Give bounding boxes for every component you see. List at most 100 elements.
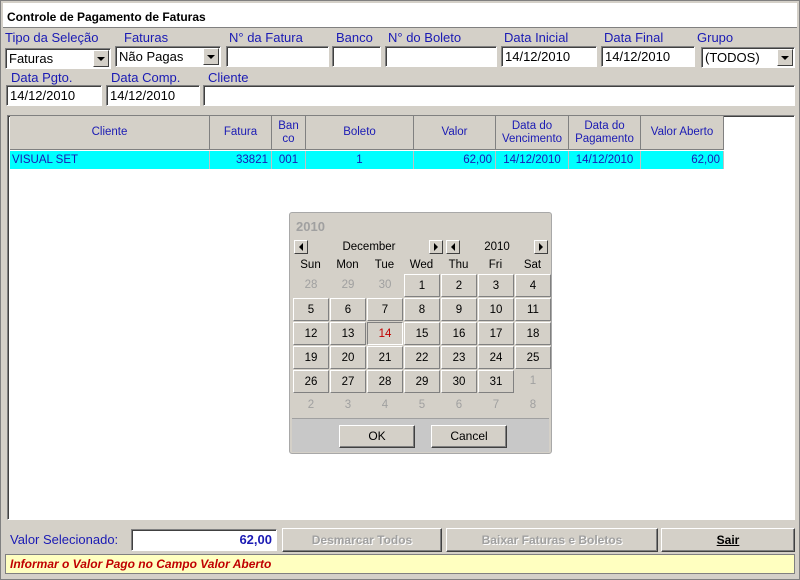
- calendar-day[interactable]: 8: [404, 298, 440, 321]
- column-header-valor-aberto[interactable]: Valor Aberto: [641, 116, 724, 150]
- sair-button[interactable]: Sair: [661, 528, 795, 552]
- data-pgto-label: Data Pgto.: [11, 70, 73, 85]
- calendar-day[interactable]: 29: [404, 370, 440, 393]
- calendar-day-other-month[interactable]: 1: [515, 370, 551, 393]
- tipo-selecao-dropdown-button[interactable]: [93, 50, 109, 67]
- calendar-day[interactable]: 30: [441, 370, 477, 393]
- calendar-day[interactable]: 14: [367, 322, 403, 345]
- grupo-label: Grupo: [697, 30, 734, 45]
- calendar-day[interactable]: 3: [478, 274, 514, 297]
- valor-selecionado-field[interactable]: 62,00: [131, 529, 277, 551]
- calendar-day-other-month[interactable]: 6: [441, 394, 477, 417]
- faturas-value: Não Pagas: [119, 49, 184, 64]
- prev-year-button[interactable]: [446, 240, 460, 254]
- calendar-day-other-month[interactable]: 7: [478, 394, 514, 417]
- calendar-day[interactable]: 31: [478, 370, 514, 393]
- column-header-cliente[interactable]: Cliente: [10, 116, 210, 150]
- numero-boleto-input[interactable]: [385, 46, 497, 67]
- column-header-label: Data do: [511, 119, 553, 132]
- cliente-input[interactable]: [203, 85, 795, 106]
- main-window: Controle de Pagamento de Faturas Tipo da…: [0, 0, 800, 580]
- calendar-day[interactable]: 7: [367, 298, 403, 321]
- month-display: December: [342, 241, 396, 253]
- calendar-day[interactable]: 19: [293, 346, 329, 369]
- date-picker-popup: 2010 December 2010 Sun Mon Tue Wed Thu Fri Sat…: [289, 212, 552, 454]
- cell-valor[interactable]: 62,00: [414, 151, 496, 169]
- calendar-day-other-month[interactable]: 30: [367, 274, 403, 297]
- calendar-day[interactable]: 17: [478, 322, 514, 345]
- data-final-label: Data Final: [604, 30, 664, 45]
- cell-valor-aberto[interactable]: 62,00: [641, 151, 724, 169]
- calendar-day[interactable]: 28: [367, 370, 403, 393]
- calendar-day[interactable]: 2: [441, 274, 477, 297]
- calendar-day-other-month[interactable]: 5: [404, 394, 440, 417]
- column-header-vencimento[interactable]: Data do Vencimento: [496, 116, 569, 150]
- calendar-day[interactable]: 26: [293, 370, 329, 393]
- cell-banco[interactable]: 001: [272, 151, 306, 169]
- column-header-label: Cliente: [91, 126, 128, 138]
- column-header-banco[interactable]: Ban co: [272, 116, 306, 150]
- weekday-label: Thu: [448, 259, 469, 271]
- faturas-select[interactable]: Não Pagas: [115, 46, 221, 67]
- column-header-valor[interactable]: Valor: [414, 116, 496, 150]
- column-header-pagamento[interactable]: Data do Pagamento: [569, 116, 641, 150]
- calendar-day[interactable]: 15: [404, 322, 440, 345]
- cell-cliente[interactable]: VISUAL SET: [10, 151, 210, 169]
- calendar-day[interactable]: 23: [441, 346, 477, 369]
- calendar-day[interactable]: 24: [478, 346, 514, 369]
- calendar-day[interactable]: 10: [478, 298, 514, 321]
- prev-month-button[interactable]: [294, 240, 308, 254]
- cell-vencimento[interactable]: 14/12/2010: [496, 151, 569, 169]
- calendar-day[interactable]: 18: [515, 322, 551, 345]
- weekday-label: Sat: [523, 259, 542, 271]
- weekday-label: Tue: [374, 259, 395, 271]
- calendar-day[interactable]: 22: [404, 346, 440, 369]
- weekday-label: Wed: [409, 259, 434, 271]
- calendar-day[interactable]: 12: [293, 322, 329, 345]
- calendar-day[interactable]: 5: [293, 298, 329, 321]
- data-pgto-input[interactable]: 14/12/2010: [6, 85, 102, 106]
- calendar-day-other-month[interactable]: 29: [330, 274, 366, 297]
- ok-button[interactable]: OK: [339, 425, 415, 448]
- cancel-button[interactable]: Cancel: [431, 425, 507, 448]
- calendar-day[interactable]: 20: [330, 346, 366, 369]
- calendar-day[interactable]: 4: [515, 274, 551, 297]
- column-header-fatura[interactable]: Fatura: [210, 116, 272, 150]
- baixar-faturas-button[interactable]: Baixar Faturas e Boletos: [446, 528, 658, 552]
- cell-fatura[interactable]: 33821: [210, 151, 272, 169]
- calendar-day[interactable]: 27: [330, 370, 366, 393]
- faturas-label: Faturas: [124, 30, 169, 45]
- calendar-day[interactable]: 16: [441, 322, 477, 345]
- calendar-day-other-month[interactable]: 3: [330, 394, 366, 417]
- numero-fatura-input[interactable]: [226, 46, 329, 67]
- calendar-day[interactable]: 13: [330, 322, 366, 345]
- tipo-selecao-select[interactable]: Faturas: [5, 48, 111, 69]
- calendar-day-other-month[interactable]: 2: [293, 394, 329, 417]
- calendar-day-other-month[interactable]: 4: [367, 394, 403, 417]
- desmarcar-todos-button[interactable]: Desmarcar Todos: [282, 528, 442, 552]
- data-inicial-input[interactable]: 14/12/2010: [501, 46, 597, 67]
- data-final-input[interactable]: 14/12/2010: [601, 46, 695, 67]
- column-header-label: Boleto: [343, 126, 376, 138]
- calendar-day[interactable]: 9: [441, 298, 477, 321]
- cliente-label: Cliente: [208, 70, 249, 85]
- arrow-left-icon: [451, 243, 455, 251]
- calendar-day-other-month[interactable]: 8: [515, 394, 551, 417]
- cell-boleto[interactable]: 1: [306, 151, 414, 169]
- calendar-day[interactable]: 11: [515, 298, 551, 321]
- calendar-day[interactable]: 25: [515, 346, 551, 369]
- cell-pagamento[interactable]: 14/12/2010: [569, 151, 641, 169]
- calendar-day[interactable]: 6: [330, 298, 366, 321]
- next-year-button[interactable]: [534, 240, 548, 254]
- calendar-day[interactable]: 21: [367, 346, 403, 369]
- next-month-button[interactable]: [429, 240, 443, 254]
- data-comp-input[interactable]: 14/12/2010: [106, 85, 200, 106]
- calendar-day[interactable]: 1: [404, 274, 440, 297]
- arrow-right-icon: [434, 243, 438, 251]
- grupo-select[interactable]: (TODOS): [701, 47, 795, 68]
- column-header-boleto[interactable]: Boleto: [306, 116, 414, 150]
- banco-input[interactable]: [332, 46, 381, 67]
- grupo-dropdown-button[interactable]: [777, 49, 793, 66]
- calendar-day-other-month[interactable]: 28: [293, 274, 329, 297]
- faturas-dropdown-button[interactable]: [203, 48, 219, 65]
